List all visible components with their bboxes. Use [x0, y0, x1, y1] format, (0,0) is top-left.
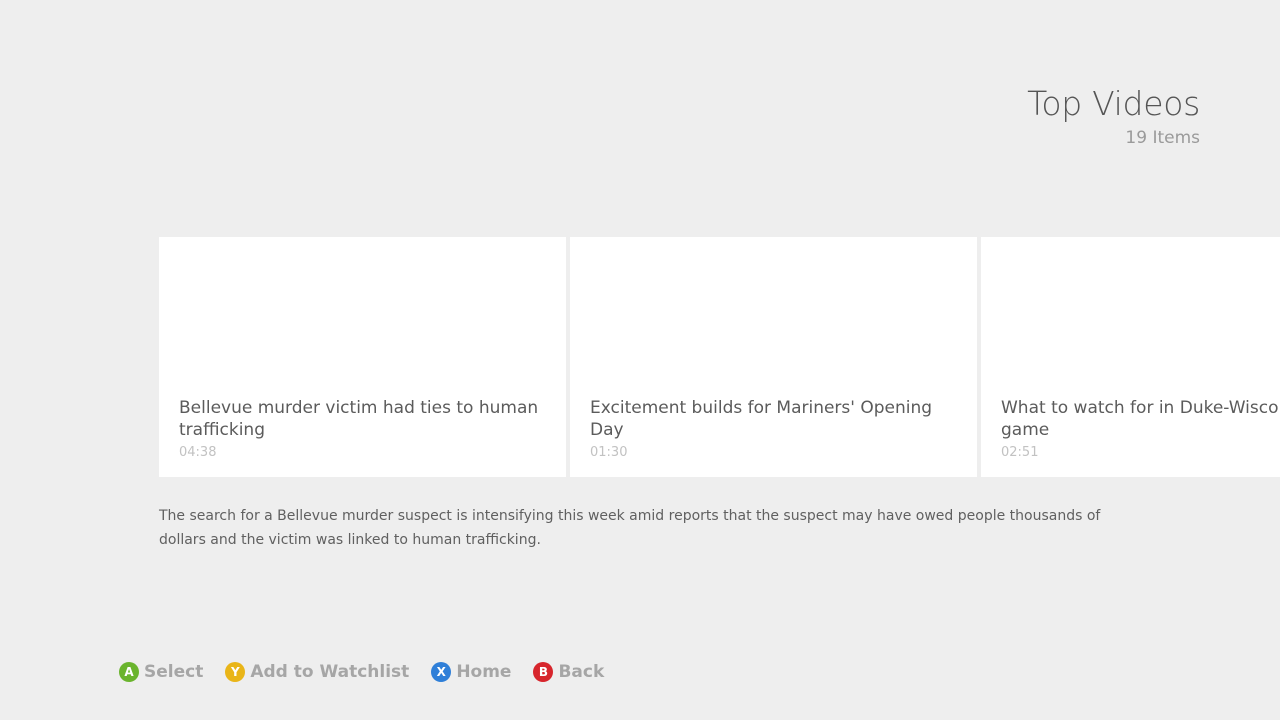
watchlist-label: Add to Watchlist: [250, 662, 410, 682]
back-label: Back: [558, 662, 605, 682]
video-duration: 02:51: [1001, 445, 1039, 460]
select-hint[interactable]: A Select: [119, 662, 203, 682]
video-title: Bellevue murder victim had ties to human…: [179, 398, 539, 440]
y-button-icon: Y: [225, 662, 246, 682]
a-button-icon: A: [119, 662, 139, 682]
video-card[interactable]: What to watch for in Duke-Wisconsin game…: [981, 237, 1280, 477]
controller-hints: A Select Y Add to Watchlist X Home B Bac…: [119, 660, 626, 684]
item-count: 19 Items: [1125, 128, 1200, 148]
video-card[interactable]: Bellevue murder victim had ties to human…: [159, 237, 566, 477]
video-card[interactable]: Excitement builds for Mariners' Opening …: [570, 237, 977, 477]
video-carousel: Bellevue murder victim had ties to human…: [159, 237, 1280, 477]
page-header: Top Videos 19 Items: [1027, 84, 1200, 148]
video-title: What to watch for in Duke-Wisconsin game: [1001, 398, 1280, 440]
x-button-icon: X: [431, 662, 452, 682]
page-title: Top Videos: [1027, 84, 1200, 123]
back-hint[interactable]: B Back: [533, 662, 604, 682]
watchlist-hint[interactable]: Y Add to Watchlist: [225, 662, 409, 682]
select-label: Select: [144, 662, 204, 682]
home-hint[interactable]: X Home: [431, 662, 511, 682]
video-duration: 04:38: [179, 445, 217, 460]
home-label: Home: [456, 662, 512, 682]
b-button-icon: B: [533, 662, 554, 682]
video-description: The search for a Bellevue murder suspect…: [159, 508, 1101, 548]
video-title: Excitement builds for Mariners' Opening …: [590, 398, 933, 440]
video-duration: 01:30: [590, 445, 628, 460]
